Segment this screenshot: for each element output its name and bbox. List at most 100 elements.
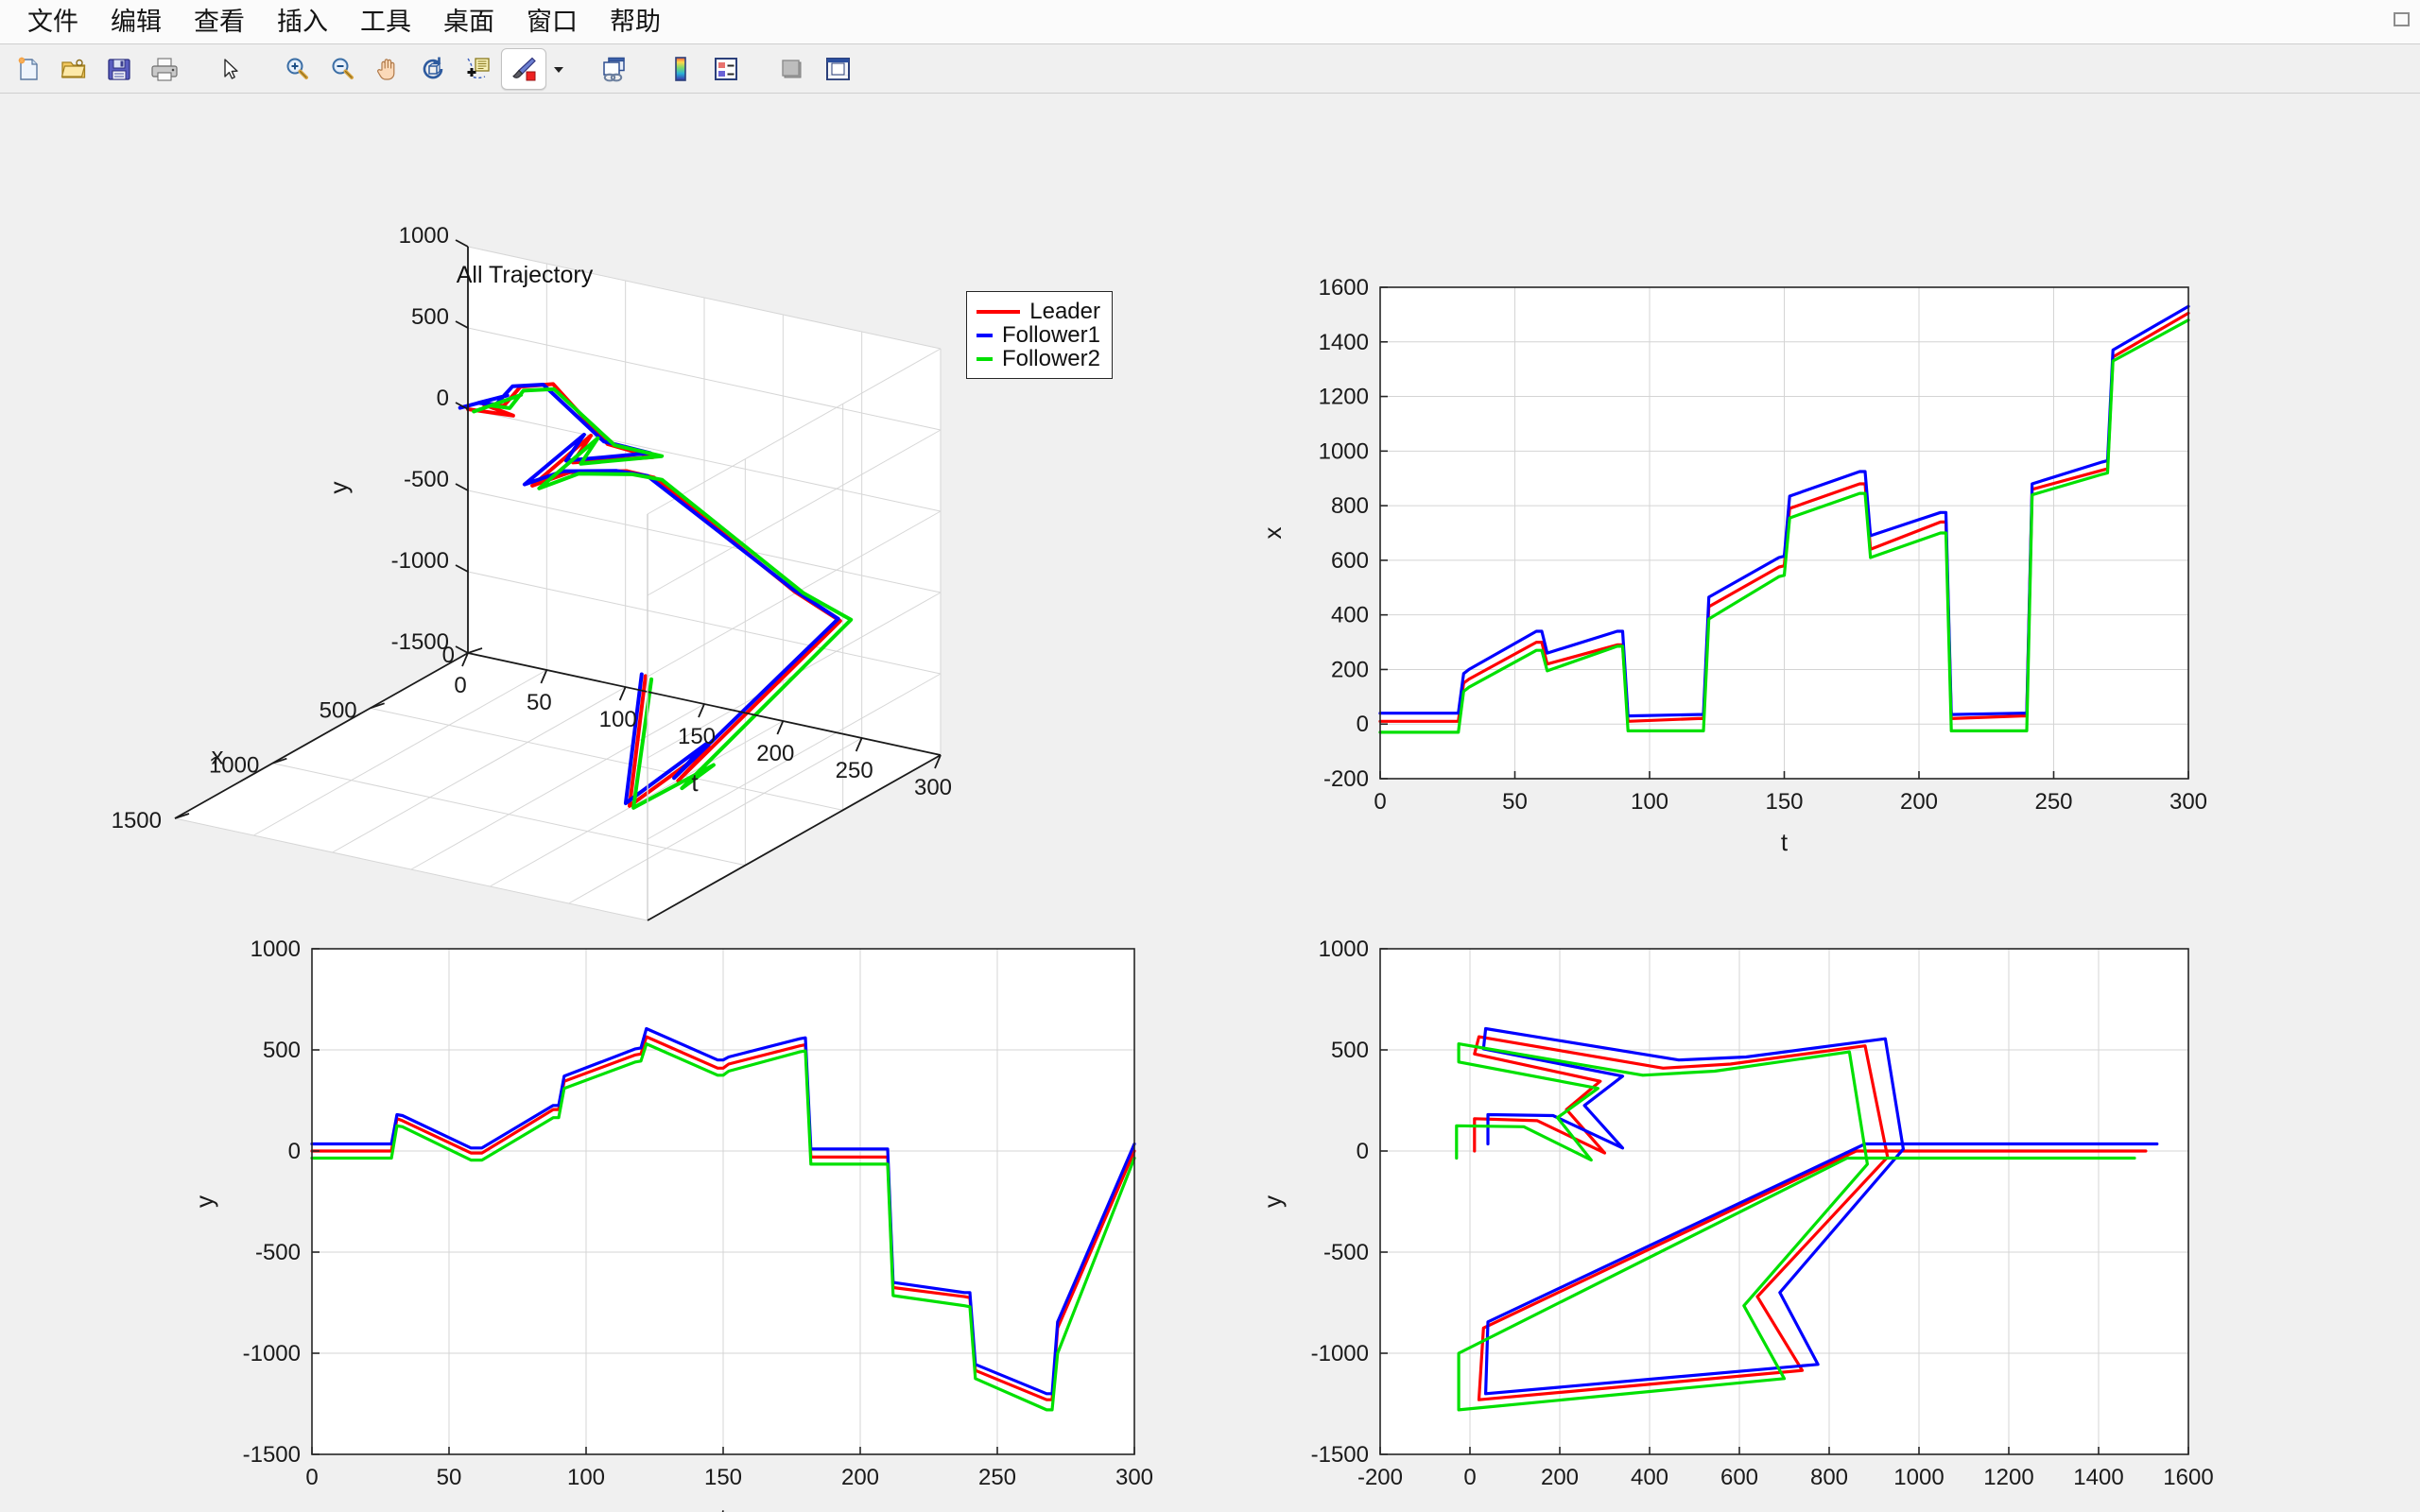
menu-help[interactable]: 帮助 [594,9,677,35]
t-axis-label-3d: t [691,768,699,797]
y-tick-label: 400 [1331,603,1369,628]
plots-svg: -1500-1000-50005001000050100150200250300… [0,94,2420,1512]
toolbar-separator [187,68,208,69]
y-tick-label: -1500 [1311,1442,1369,1468]
figure-toolbar [0,44,2420,94]
brush-dropdown-icon[interactable] [546,48,571,90]
link-data-icon[interactable] [592,48,637,90]
x-tick-label: 100 [1631,789,1668,815]
y-tick-label: -1000 [1311,1341,1369,1366]
y-tick-label-3d: -1500 [391,629,449,655]
x-tick-label-3d: 1500 [112,808,162,833]
legend-box[interactable]: Leader Follower1 Follower2 [966,291,1113,379]
hide-plot-tools-icon[interactable] [769,48,815,90]
x-tick-label-3d: 500 [320,697,357,723]
y-tick-label: -200 [1323,766,1369,792]
y-tick-label: 1400 [1319,330,1369,355]
save-disk-icon[interactable] [96,48,142,90]
x-tick-label: 0 [1374,789,1386,815]
menu-desktop[interactable]: 桌面 [427,9,510,35]
x-axis-label: t [719,1503,727,1512]
zoom-out-icon[interactable] [320,48,365,90]
printer-icon[interactable] [142,48,187,90]
legend-swatch-leader [977,310,1020,314]
toolbar-separator [571,68,592,69]
pan-hand-icon[interactable] [365,48,410,90]
t-tick-label-3d: 0 [454,673,466,698]
legend-swatch-follower2 [977,357,993,361]
legend-swatch-follower1 [977,334,993,337]
legend-label-follower2: Follower2 [1002,348,1100,370]
y-axis-label: y [1258,1195,1287,1208]
brush-data-icon[interactable] [501,48,546,90]
plot-title-all-trajectory: All Trajectory [402,262,648,289]
x-tick-label: 1000 [1893,1465,1944,1490]
y-tick-label-3d: 500 [411,304,449,330]
x-tick-label: 50 [1502,789,1528,815]
y-tick-label: 500 [1331,1038,1369,1063]
x-axis-label-3d: x [212,742,224,770]
y-tick-label: -1000 [243,1341,301,1366]
menu-file[interactable]: 文件 [11,9,95,35]
x-tick-label: 50 [437,1465,462,1490]
x-tick-label: 250 [978,1465,1016,1490]
x-tick-label: 800 [1810,1465,1848,1490]
y-tick-label-3d: 1000 [399,223,449,249]
y-tick-label: -1500 [243,1442,301,1468]
y-tick-label: -500 [255,1240,301,1265]
open-folder-icon[interactable] [51,48,96,90]
colorbar-icon[interactable] [658,48,703,90]
axes-y-vs-x: -20002004006008001000120014001600-1500-1… [1258,936,2214,1512]
y-tick-label: 1200 [1319,385,1369,410]
y-axis-label: y [190,1195,218,1208]
x-tick-label: 1400 [2073,1465,2123,1490]
t-tick-label-3d: 100 [599,707,637,732]
y-tick-mark-3d [456,646,468,653]
x-tick-label: 600 [1720,1465,1758,1490]
menu-window[interactable]: 窗口 [510,9,594,35]
x-tick-label: 200 [1541,1465,1579,1490]
t-tick-label-3d: 300 [914,775,952,800]
y-axis-label-3d: y [324,482,353,494]
axes-all-trajectory-3d: -1500-1000-50005001000050100150200250300… [112,223,952,920]
y-tick-label: 1000 [1319,438,1369,464]
y-tick-mark-3d [456,484,468,490]
x-tick-label: 0 [1463,1465,1476,1490]
legend-icon[interactable] [703,48,749,90]
figure-canvas: -1500-1000-50005001000050100150200250300… [0,94,2420,1512]
axes-x-vs-t: 050100150200250300-200020040060080010001… [1258,275,2207,856]
menu-edit[interactable]: 编辑 [95,9,178,35]
cursor-arrow-icon[interactable] [208,48,253,90]
y-axis-label: x [1258,527,1287,540]
x-tick-label: 400 [1631,1465,1668,1490]
x-tick-label: 1600 [2163,1465,2213,1490]
x-axis-label: t [1781,828,1789,856]
menu-view[interactable]: 查看 [178,9,261,35]
t-tick-label-3d: 200 [756,741,794,766]
y-tick-label: 0 [288,1139,301,1164]
zoom-in-icon[interactable] [274,48,320,90]
y-tick-mark-3d [456,240,468,247]
menu-insert[interactable]: 插入 [261,9,344,35]
matlab-figure-window: 文件 编辑 查看 插入 工具 桌面 窗口 帮助 [0,0,2420,1512]
restore-window-icon[interactable] [2388,6,2412,30]
legend-label-leader: Leader [1029,301,1100,323]
toolbar-separator [749,68,769,69]
data-cursor-icon[interactable] [456,48,501,90]
show-plot-tools-icon[interactable] [815,48,860,90]
t-tick-label-3d: 150 [678,724,716,749]
x-tick-label: 150 [704,1465,742,1490]
window-controls [2388,6,2412,30]
new-figure-icon[interactable] [6,48,51,90]
menu-bar: 文件 编辑 查看 插入 工具 桌面 窗口 帮助 [0,0,2420,44]
x-tick-label: -200 [1357,1465,1403,1490]
x-tick-label: 200 [1900,789,1938,815]
y-tick-label: 0 [1357,712,1369,737]
y-tick-label: 1600 [1319,275,1369,301]
rotate-3d-icon[interactable] [410,48,456,90]
toolbar-separator [637,68,658,69]
axes-y-vs-t: 050100150200250300-1500-1000-50005001000… [190,936,1153,1512]
menu-tools[interactable]: 工具 [344,9,427,35]
legend-row: Follower2 [977,347,1100,370]
x-tick-label: 100 [567,1465,605,1490]
